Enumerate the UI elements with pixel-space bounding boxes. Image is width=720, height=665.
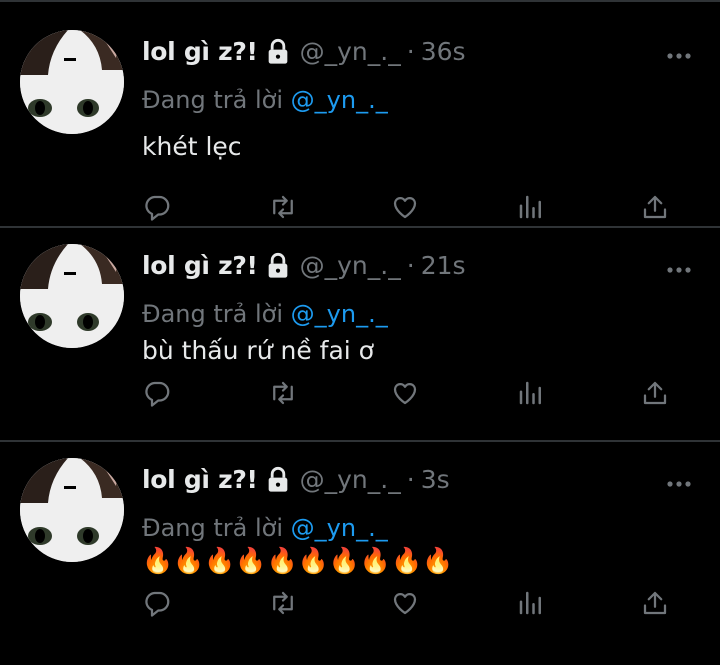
heart-icon[interactable]: [390, 588, 420, 618]
separator-dot: ·: [406, 465, 415, 494]
tweet-actions: [0, 588, 720, 618]
tweet-header: lol gì z?! @_yn_._ · 21s: [142, 250, 466, 282]
reply-icon[interactable]: [142, 192, 172, 222]
views-icon[interactable]: [516, 378, 546, 408]
views-icon[interactable]: [516, 192, 546, 222]
reply-mention-link[interactable]: @_yn_._: [291, 86, 388, 114]
tweet-actions: [0, 192, 720, 222]
tweet-actions: [0, 378, 720, 408]
retweet-icon[interactable]: [268, 588, 298, 618]
lock-icon: [264, 38, 292, 66]
avatar[interactable]: [20, 30, 124, 134]
reply-icon[interactable]: [142, 378, 172, 408]
reply-mention-link[interactable]: @_yn_._: [291, 300, 388, 328]
display-name[interactable]: lol gì z?!: [142, 36, 258, 68]
tweet-text: bù thấu rứ nề fai ơ: [142, 336, 374, 365]
reply-mention-link[interactable]: @_yn_._: [291, 514, 388, 542]
replying-to: Đang trả lời @_yn_._: [142, 298, 388, 330]
retweet-icon[interactable]: [268, 192, 298, 222]
avatar[interactable]: [20, 244, 124, 348]
tweet[interactable]: lol gì z?! @_yn_._ · 36s Đang trả lời @_…: [0, 2, 720, 226]
lock-icon: [264, 466, 292, 494]
timestamp[interactable]: 3s: [421, 464, 450, 496]
avatar[interactable]: [20, 458, 124, 562]
display-name[interactable]: lol gì z?!: [142, 464, 258, 496]
display-name[interactable]: lol gì z?!: [142, 250, 258, 282]
separator-dot: ·: [406, 251, 415, 280]
tweet[interactable]: lol gì z?! @_yn_._ · 21s Đang trả lời @_…: [0, 228, 720, 440]
username[interactable]: @_yn_._: [300, 250, 401, 282]
heart-icon[interactable]: [390, 378, 420, 408]
tweet-header: lol gì z?! @_yn_._ · 36s: [142, 36, 466, 68]
retweet-icon[interactable]: [268, 378, 298, 408]
lock-icon: [264, 252, 292, 280]
tweet[interactable]: lol gì z?! @_yn_._ · 3s Đang trả lời @_y…: [0, 442, 720, 654]
heart-icon[interactable]: [390, 192, 420, 222]
share-icon[interactable]: [640, 192, 670, 222]
tweet-header: lol gì z?! @_yn_._ · 3s: [142, 464, 450, 496]
replying-to-label: Đang trả lời: [142, 514, 284, 542]
replying-to-label: Đang trả lời: [142, 300, 284, 328]
replying-to-label: Đang trả lời: [142, 86, 284, 114]
share-icon[interactable]: [640, 588, 670, 618]
more-icon[interactable]: [666, 474, 692, 487]
username[interactable]: @_yn_._: [300, 464, 401, 496]
tweet-text: khét lẹc: [142, 132, 242, 161]
timestamp[interactable]: 21s: [421, 250, 466, 282]
share-icon[interactable]: [640, 378, 670, 408]
more-icon[interactable]: [666, 46, 692, 59]
views-icon[interactable]: [516, 588, 546, 618]
separator-dot: ·: [406, 37, 415, 66]
timestamp[interactable]: 36s: [421, 36, 466, 68]
username[interactable]: @_yn_._: [300, 36, 401, 68]
replying-to: Đang trả lời @_yn_._: [142, 84, 388, 116]
reply-icon[interactable]: [142, 588, 172, 618]
tweet-text: 🔥🔥🔥🔥🔥🔥🔥🔥🔥🔥: [142, 546, 454, 575]
replying-to: Đang trả lời @_yn_._: [142, 512, 388, 544]
more-icon[interactable]: [666, 260, 692, 273]
